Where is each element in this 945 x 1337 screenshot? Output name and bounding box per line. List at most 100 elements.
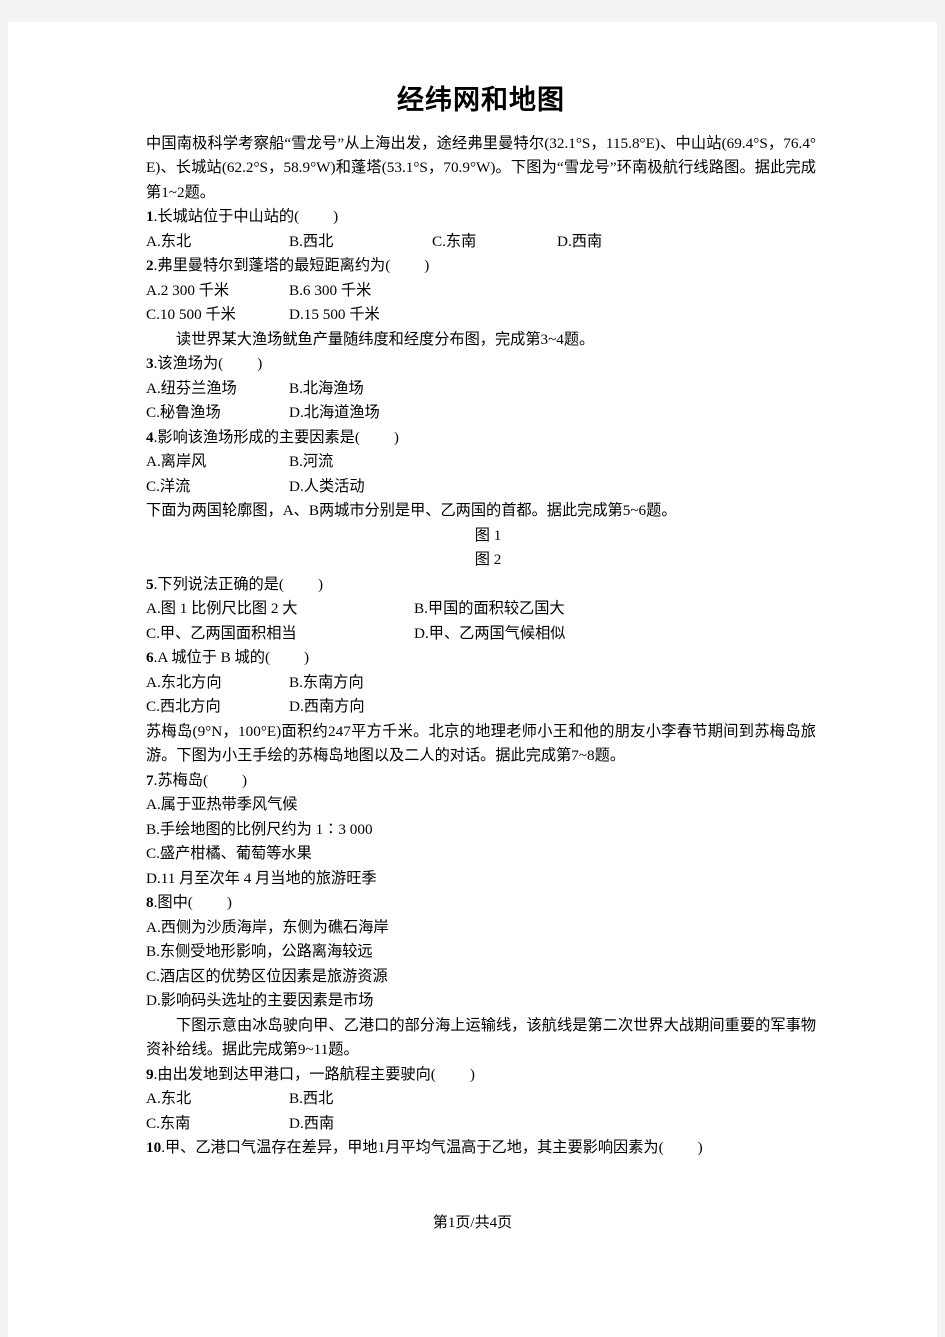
option-d[interactable]: D.西南方向 xyxy=(289,695,432,720)
question-10-number: 10 xyxy=(146,1139,162,1157)
option-a[interactable]: A.东北 xyxy=(146,1087,289,1112)
question-9-text: .由出发地到达甲港口，一路航程主要驶向( xyxy=(153,1065,436,1083)
question-10-text: .甲、乙港口气温存在差异，甲地1月平均气温高于乙地，其主要影响因素为( xyxy=(161,1139,664,1157)
question-3-number: 3 xyxy=(146,355,154,373)
question-4-options-row-2: C.洋流 D.人类活动 xyxy=(146,475,816,500)
question-2-number: 2 xyxy=(146,257,154,275)
option-a[interactable]: A.东北方向 xyxy=(146,671,289,696)
option-c[interactable]: C.东南 xyxy=(432,230,557,255)
passage-2: 读世界某大渔场鱿鱼产量随纬度和经度分布图，完成第3~4题。 xyxy=(176,330,595,348)
passage-3: 下面为两国轮廓图，A、B两城市分别是甲、乙两国的首都。据此完成第5~6题。 xyxy=(146,502,677,520)
question-8-stem: 8.图中() xyxy=(146,891,816,916)
question-6-text: .A 城位于 B 城的( xyxy=(153,649,271,667)
question-10-close-paren: ) xyxy=(697,1139,703,1157)
option-b[interactable]: B.东南方向 xyxy=(289,671,432,696)
question-5-number: 5 xyxy=(146,575,154,593)
question-3-stem: 3.该渔场为() xyxy=(146,352,816,377)
question-4-stem: 4.影响该渔场形成的主要因素是() xyxy=(146,426,816,451)
question-6-options-row-1: A.东北方向 B.东南方向 xyxy=(146,671,816,696)
question-8-options: A.西侧为沙质海岸，东侧为礁石海岸 B.东侧受地形影响，公路离海较远 C.酒店区… xyxy=(146,916,816,1014)
option-d[interactable]: D.11 月至次年 4 月当地的旅游旺季 xyxy=(146,867,816,892)
question-1-text: .长城站位于中山站的( xyxy=(153,208,300,226)
option-a[interactable]: A.纽芬兰渔场 xyxy=(146,377,289,402)
option-b[interactable]: B.北海渔场 xyxy=(289,377,432,402)
option-a[interactable]: A.离岸风 xyxy=(146,450,289,475)
question-10-stem: 10.甲、乙港口气温存在差异，甲地1月平均气温高于乙地，其主要影响因素为() xyxy=(146,1136,816,1161)
question-7-options: A.属于亚热带季风气候 B.手绘地图的比例尺约为 1∶3 000 C.盛产柑橘、… xyxy=(146,793,816,891)
option-b[interactable]: B.河流 xyxy=(289,450,432,475)
option-b[interactable]: B.西北 xyxy=(289,230,432,255)
question-3-text: .该渔场为( xyxy=(153,355,224,373)
question-8-number: 8 xyxy=(146,894,154,912)
document-content: 经纬网和地图 中国南极科学考察船“雪龙号”从上海出发，途经弗里曼特尔(32.1°… xyxy=(146,84,816,1161)
page-title: 经纬网和地图 xyxy=(397,85,565,115)
option-a[interactable]: A.属于亚热带季风气候 xyxy=(146,793,816,818)
question-6-stem: 6.A 城位于 B 城的() xyxy=(146,646,816,671)
question-1-stem: 1.长城站位于中山站的() xyxy=(146,205,816,230)
passage-4: 苏梅岛(9°N，100°E)面积约247平方千米。北京的地理老师小王和他的朋友小… xyxy=(146,722,816,765)
option-d[interactable]: D.甲、乙两国气候相似 xyxy=(414,622,682,647)
question-9-stem: 9.由出发地到达甲港口，一路航程主要驶向() xyxy=(146,1063,816,1088)
question-7-text: .苏梅岛( xyxy=(153,771,209,789)
option-d[interactable]: D.影响码头选址的主要因素是市场 xyxy=(146,989,816,1014)
option-d[interactable]: D.西南 xyxy=(557,230,700,255)
option-c[interactable]: C.甲、乙两国面积相当 xyxy=(146,622,414,647)
question-9-close-paren: ) xyxy=(469,1065,475,1083)
question-3-close-paren: ) xyxy=(257,355,263,373)
question-6-close-paren: ) xyxy=(304,649,310,667)
question-8-close-paren: ) xyxy=(226,894,232,912)
question-2-options-row-1: A.2 300 千米 B.6 300 千米 xyxy=(146,279,816,304)
question-2-text: .弗里曼特尔到蓬塔的最短距离约为( xyxy=(153,257,391,275)
question-6-number: 6 xyxy=(146,649,154,667)
question-1-number: 1 xyxy=(146,208,154,226)
question-8-text: .图中( xyxy=(153,894,193,912)
option-d[interactable]: D.人类活动 xyxy=(289,475,432,500)
page-footer: 第1页/共4页 xyxy=(432,1215,513,1231)
question-3-options-row-1: A.纽芬兰渔场 B.北海渔场 xyxy=(146,377,816,402)
question-4-close-paren: ) xyxy=(393,428,399,446)
option-c[interactable]: C.盛产柑橘、葡萄等水果 xyxy=(146,842,816,867)
option-b[interactable]: B.西北 xyxy=(289,1087,432,1112)
passage-1: 中国南极科学考察船“雪龙号”从上海出发，途经弗里曼特尔(32.1°S，115.8… xyxy=(146,134,816,201)
option-c[interactable]: C.秘鲁渔场 xyxy=(146,401,289,426)
option-c[interactable]: C.10 500 千米 xyxy=(146,303,289,328)
question-2-stem: 2.弗里曼特尔到蓬塔的最短距离约为() xyxy=(146,254,816,279)
option-d[interactable]: D.北海道渔场 xyxy=(289,401,432,426)
question-2-options-row-2: C.10 500 千米 D.15 500 千米 xyxy=(146,303,816,328)
question-6-options-row-2: C.西北方向 D.西南方向 xyxy=(146,695,816,720)
question-7-close-paren: ) xyxy=(242,771,248,789)
question-7-stem: 7.苏梅岛() xyxy=(146,769,816,794)
figure-2-label: 图 2 xyxy=(474,551,502,569)
question-4-text: .影响该渔场形成的主要因素是( xyxy=(153,428,360,446)
question-9-number: 9 xyxy=(146,1065,154,1083)
question-1-close-paren: ) xyxy=(333,208,339,226)
figure-1-label: 图 1 xyxy=(474,526,502,544)
question-2-close-paren: ) xyxy=(424,257,430,275)
option-d[interactable]: D.西南 xyxy=(289,1112,432,1137)
question-4-number: 4 xyxy=(146,428,154,446)
question-5-options-row-1: A.图 1 比例尺比图 2 大 B.甲国的面积较乙国大 xyxy=(146,597,816,622)
option-b[interactable]: B.东侧受地形影响，公路离海较远 xyxy=(146,940,816,965)
option-a[interactable]: A.2 300 千米 xyxy=(146,279,289,304)
option-a[interactable]: A.西侧为沙质海岸，东侧为礁石海岸 xyxy=(146,916,816,941)
option-c[interactable]: C.西北方向 xyxy=(146,695,289,720)
question-5-stem: 5.下列说法正确的是() xyxy=(146,573,816,598)
question-5-options-row-2: C.甲、乙两国面积相当 D.甲、乙两国气候相似 xyxy=(146,622,816,647)
option-b[interactable]: B.手绘地图的比例尺约为 1∶3 000 xyxy=(146,818,816,843)
question-1-options: A.东北 B.西北 C.东南 D.西南 xyxy=(146,230,816,255)
option-b[interactable]: B.6 300 千米 xyxy=(289,279,432,304)
option-b[interactable]: B.甲国的面积较乙国大 xyxy=(414,597,682,622)
option-d[interactable]: D.15 500 千米 xyxy=(289,303,432,328)
question-4-options-row-1: A.离岸风 B.河流 xyxy=(146,450,816,475)
question-5-close-paren: ) xyxy=(317,575,324,593)
question-7-number: 7 xyxy=(146,771,154,789)
option-a[interactable]: A.图 1 比例尺比图 2 大 xyxy=(146,597,414,622)
question-9-options-row-1: A.东北 B.西北 xyxy=(146,1087,816,1112)
option-c[interactable]: C.洋流 xyxy=(146,475,289,500)
option-a[interactable]: A.东北 xyxy=(146,230,289,255)
option-c[interactable]: C.东南 xyxy=(146,1112,289,1137)
passage-5: 下图示意由冰岛驶向甲、乙港口的部分海上运输线，该航线是第二次世界大战期间重要的军… xyxy=(146,1016,816,1059)
question-9-options-row-2: C.东南 D.西南 xyxy=(146,1112,816,1137)
question-5-text: .下列说法正确的是( xyxy=(153,575,284,593)
option-c[interactable]: C.酒店区的优势区位因素是旅游资源 xyxy=(146,965,816,990)
